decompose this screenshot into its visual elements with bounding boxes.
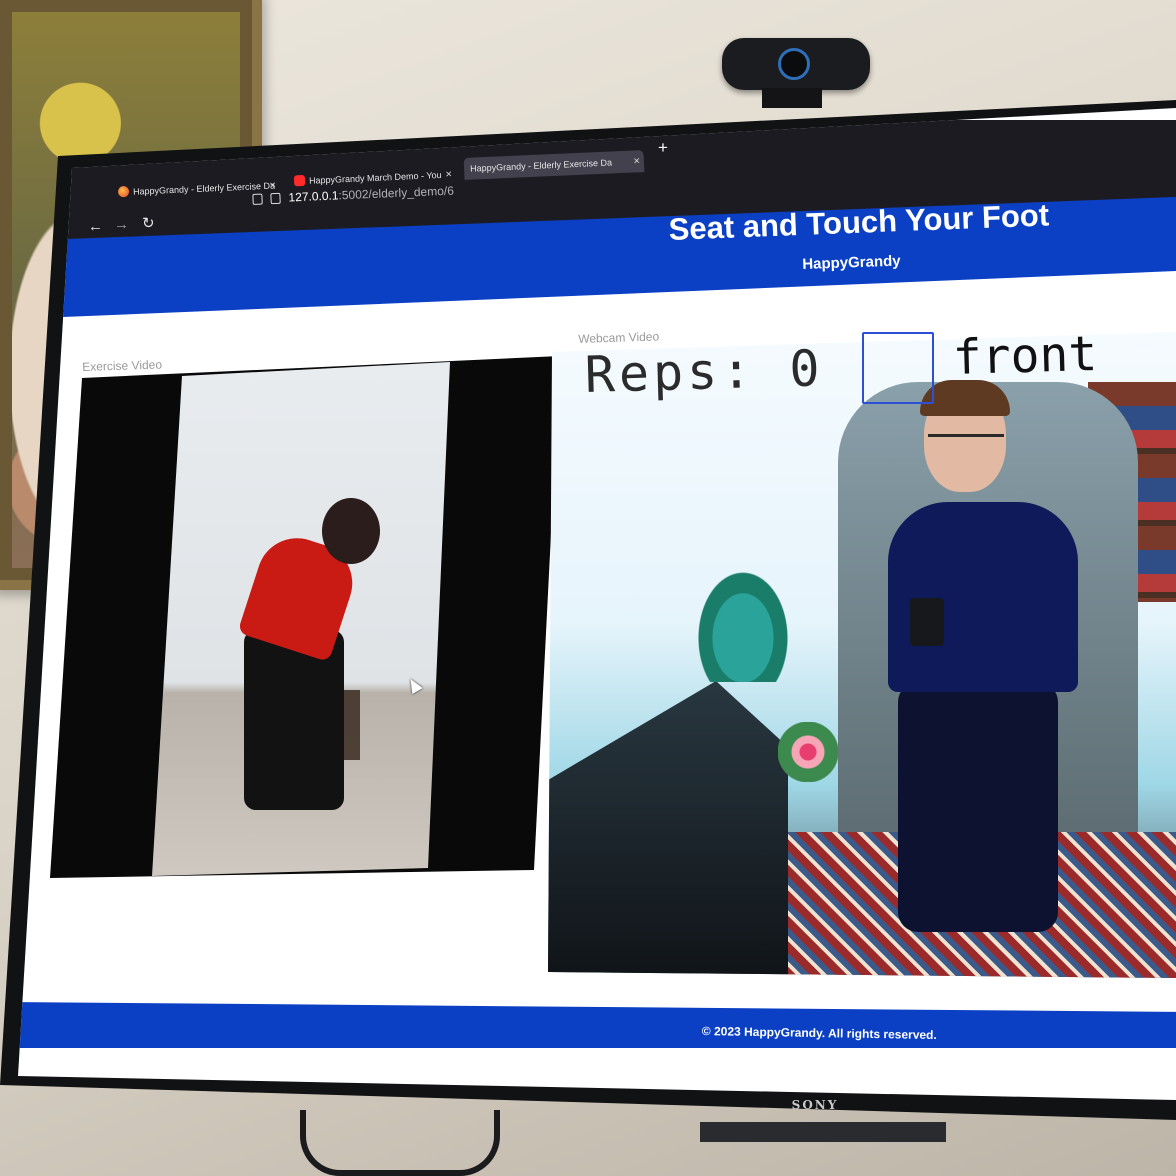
tv-screen: HappyGrandy - Elderly Exercise Da × Happ… [18, 108, 1176, 1100]
reps-value: 0 [788, 339, 825, 399]
house-plant [698, 572, 788, 682]
reload-icon[interactable]: ↻ [142, 214, 155, 232]
tv-stand [700, 1122, 946, 1142]
flower-vase [778, 722, 838, 782]
webcam-lens-icon [778, 48, 810, 80]
forward-arrow-icon[interactable]: → [114, 216, 129, 233]
pose-label-text: front [952, 325, 1099, 386]
exercise-video-label: Exercise Video [82, 357, 163, 374]
power-cable [300, 1110, 500, 1176]
page-icon [270, 192, 281, 205]
url-host: 127.0.0.1 [288, 188, 339, 205]
url-path: :5002/elderly_demo/6 [338, 183, 455, 203]
webcam-device [722, 38, 870, 90]
pose-label: front [952, 326, 1098, 386]
back-arrow-icon[interactable]: ← [88, 218, 103, 235]
tv-brand-logo: SONY [791, 1098, 839, 1112]
webcam-person-legs [898, 682, 1058, 932]
webcam-person-torso [888, 502, 1078, 692]
glasses-icon [928, 434, 1004, 455]
page-subtitle: HappyGrandy [802, 252, 901, 273]
exercise-person-head [322, 498, 380, 564]
reps-counter: Reps: 0 [584, 339, 824, 404]
firefox-icon [117, 185, 130, 198]
pose-detection-box [862, 332, 934, 404]
phone-icon [910, 598, 944, 646]
reps-label: Reps: [584, 341, 757, 404]
site-footer [18, 1002, 1176, 1048]
webcam-mount [762, 88, 822, 108]
webcam-video-feed [548, 332, 1176, 978]
new-tab-button[interactable]: + [658, 138, 668, 158]
shield-icon [252, 193, 263, 205]
radiator-cabinet [548, 681, 788, 978]
